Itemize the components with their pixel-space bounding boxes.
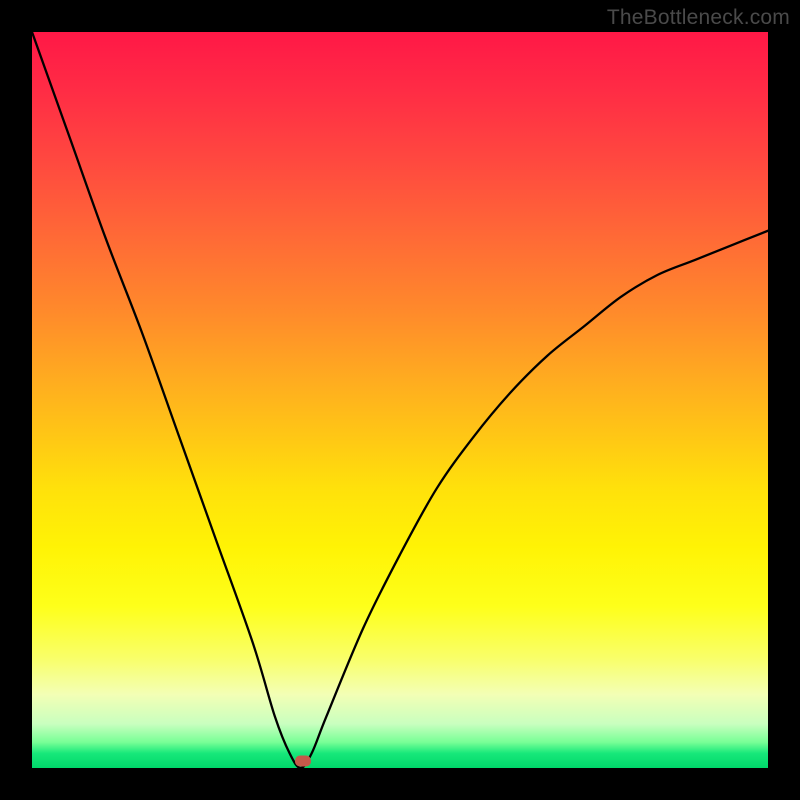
bottleneck-curve bbox=[32, 32, 768, 768]
curve-svg bbox=[32, 32, 768, 768]
optimal-marker bbox=[295, 755, 311, 766]
chart-frame: TheBottleneck.com bbox=[0, 0, 800, 800]
plot-area bbox=[32, 32, 768, 768]
watermark-text: TheBottleneck.com bbox=[607, 6, 790, 30]
